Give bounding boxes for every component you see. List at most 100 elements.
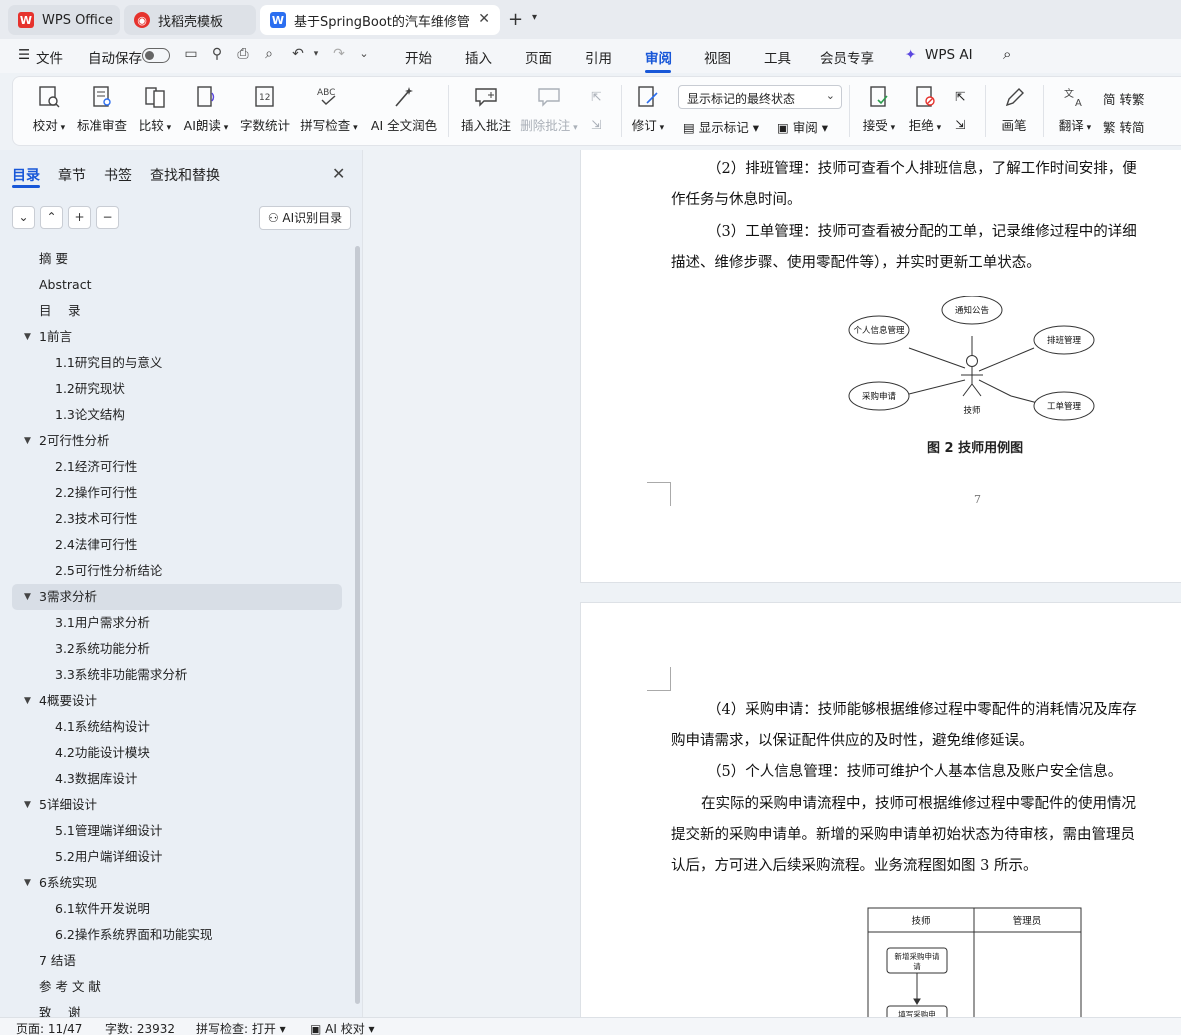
toc-item[interactable]: 3.2系统功能分析 <box>0 636 354 662</box>
menu-insert[interactable]: 插入 <box>465 47 492 67</box>
compare-button[interactable]: 比较 ▾ <box>133 77 177 145</box>
close-icon[interactable]: ✕ <box>332 164 345 183</box>
collapse-all-button[interactable]: ⌃ <box>40 206 63 229</box>
show-marks-button[interactable]: ▤ 显示标记 ▾ <box>683 117 759 136</box>
toc-item[interactable]: 2.5可行性分析结论 <box>0 558 354 584</box>
toc-item[interactable]: 摘 要 <box>0 246 354 272</box>
reject-button[interactable]: 拒绝 ▾ <box>905 77 945 145</box>
new-tab-icon[interactable]: + <box>508 9 523 30</box>
paragraph[interactable]: （4）采购申请：技师能够根据维修过程中零配件的消耗情况及库存 <box>707 698 1137 719</box>
page-indicator[interactable]: 页面: 11/47 <box>16 1020 82 1035</box>
toc-item[interactable]: ▼ 1前言 <box>0 324 354 350</box>
toc-item[interactable]: 3.3系统非功能需求分析 <box>0 662 354 688</box>
menu-page[interactable]: 页面 <box>525 47 552 67</box>
undo-dropdown-icon[interactable]: ▾ <box>308 45 324 63</box>
paragraph[interactable]: （5）个人信息管理：技师可维护个人基本信息及账户安全信息。 <box>707 760 1122 781</box>
paragraph[interactable]: 认后，方可进入后续采购流程。业务流程图如图 3 所示。 <box>671 854 1037 875</box>
spell-check-indicator[interactable]: 拼写检查: 打开 ▾ <box>196 1020 286 1035</box>
proofread-button[interactable]: 校对 ▾ <box>27 77 71 145</box>
paragraph[interactable]: （2）排班管理：技师可查看个人排班信息，了解工作时间安排，便 <box>707 157 1137 178</box>
ai-check-indicator[interactable]: ▣ AI 校对 ▾ <box>310 1020 375 1035</box>
toc-item[interactable]: 6.2操作系统界面和功能实现 <box>0 922 354 948</box>
paragraph[interactable]: 提交新的采购申请单。新增的采购申请单初始状态为待审核，需由管理员 <box>671 823 1135 844</box>
toc-item[interactable]: ▼ 3需求分析 <box>12 584 342 610</box>
print-preview-icon[interactable]: ⌕ <box>261 45 277 63</box>
to-simplified-button[interactable]: 繁 转简 <box>1103 117 1145 136</box>
revise-button[interactable]: 修订 ▾ <box>627 77 669 145</box>
print-icon[interactable]: ⎙ <box>235 45 251 63</box>
toc-scrollbar[interactable] <box>355 246 360 1004</box>
paragraph[interactable]: 在实际的采购申请流程中，技师可根据维修过程中零配件的使用情况 <box>701 792 1136 813</box>
collapse-triangle-icon[interactable]: ▼ <box>24 324 31 350</box>
menu-view[interactable]: 视图 <box>704 47 731 67</box>
toc-item[interactable]: 1.3论文结构 <box>0 402 354 428</box>
file-menu[interactable]: 文件 <box>36 47 63 67</box>
search-icon[interactable]: ⌕ <box>1003 45 1011 63</box>
toc-item[interactable]: 6.1软件开发说明 <box>0 896 354 922</box>
menu-references[interactable]: 引用 <box>585 47 612 67</box>
tab-wps-office[interactable]: W WPS Office <box>8 5 120 35</box>
menu-tools[interactable]: 工具 <box>764 47 791 67</box>
menu-home[interactable]: 开始 <box>405 47 432 67</box>
collapse-triangle-icon[interactable]: ▼ <box>24 688 31 714</box>
collapse-triangle-icon[interactable]: ▼ <box>24 792 31 818</box>
toc-item[interactable]: 4.3数据库设计 <box>0 766 354 792</box>
tab-find-replace[interactable]: 查找和替换 <box>150 165 220 185</box>
close-tab-icon[interactable]: ✕ <box>478 11 490 27</box>
word-count-button[interactable]: 12 字数统计 <box>239 77 291 145</box>
more-chevron-icon[interactable]: ⌄ <box>356 45 372 63</box>
toc-item[interactable]: ▼ 5详细设计 <box>0 792 354 818</box>
paragraph[interactable]: 购申请需求，以保证配件供应的及时性，避免维修延误。 <box>671 729 1034 750</box>
previous-change-icon[interactable]: ⇱ <box>955 89 965 104</box>
toc-item[interactable]: Abstract <box>0 272 354 298</box>
add-heading-button[interactable]: + <box>68 206 91 229</box>
remove-heading-button[interactable]: − <box>96 206 119 229</box>
tab-chapters[interactable]: 章节 <box>58 165 86 185</box>
ai-read-button[interactable]: AI朗读 ▾ <box>181 77 231 145</box>
toc-item[interactable]: 2.3技术可行性 <box>0 506 354 532</box>
toc-item[interactable]: 7 结语 <box>0 948 354 974</box>
next-change-icon[interactable]: ⇲ <box>955 117 965 132</box>
toc-item[interactable]: 2.4法律可行性 <box>0 532 354 558</box>
toc-item[interactable]: 2.2操作可行性 <box>0 480 354 506</box>
menu-review[interactable]: 审阅 <box>645 47 672 67</box>
chevron-down-icon[interactable]: ▾ <box>532 12 537 23</box>
undo-icon[interactable]: ↶ <box>290 45 306 63</box>
tab-template[interactable]: ◉ 找稻壳模板 <box>124 5 256 35</box>
menu-member[interactable]: 会员专享 <box>820 47 874 67</box>
expand-all-button[interactable]: ⌄ <box>12 206 35 229</box>
ai-polish-button[interactable]: AI 全文润色 <box>369 77 439 145</box>
pen-button[interactable]: 画笔 <box>997 77 1031 145</box>
collapse-triangle-icon[interactable]: ▼ <box>24 584 31 610</box>
toc-item[interactable]: 4.1系统结构设计 <box>0 714 354 740</box>
collapse-triangle-icon[interactable]: ▼ <box>24 870 31 896</box>
toc-item[interactable]: 3.1用户需求分析 <box>0 610 354 636</box>
paragraph[interactable]: 描述、维修步骤、使用零配件等），并实时更新工单状态。 <box>671 251 1041 272</box>
insert-comment-button[interactable]: 插入批注 <box>459 77 513 145</box>
collapse-triangle-icon[interactable]: ▼ <box>24 428 31 454</box>
hamburger-icon[interactable]: ☰ <box>18 47 30 63</box>
ai-toc-button[interactable]: ⚇ AI识别目录 <box>259 206 351 230</box>
tab-document[interactable]: W 基于SpringBoot的汽车维修管理系统 ✕ <box>260 5 500 35</box>
spell-check-button[interactable]: ABC 拼写检查 ▾ <box>299 77 359 145</box>
toc-item[interactable]: ▼ 6系统实现 <box>0 870 354 896</box>
toc-item[interactable]: 目 录 <box>0 298 354 324</box>
paragraph[interactable]: 作任务与休息时间。 <box>671 188 802 209</box>
toc-item[interactable]: 5.2用户端详细设计 <box>0 844 354 870</box>
share-icon[interactable]: ⚲ <box>209 45 225 63</box>
toc-item[interactable]: 1.1研究目的与意义 <box>0 350 354 376</box>
to-traditional-button[interactable]: 简 转繁 <box>1103 89 1145 108</box>
standard-review-button[interactable]: 标准审查 <box>75 77 129 145</box>
toc-item[interactable]: ▼ 4概要设计 <box>0 688 354 714</box>
review-pane-button[interactable]: ▣ 审阅 ▾ <box>777 117 828 136</box>
toc-item[interactable]: 4.2功能设计模块 <box>0 740 354 766</box>
menu-wps-ai[interactable]: WPS AI <box>925 47 973 63</box>
tab-toc[interactable]: 目录 <box>12 165 40 185</box>
save-icon[interactable]: ▭ <box>183 45 199 63</box>
markup-display-select[interactable]: 显示标记的最终状态 ⌄ <box>678 85 842 109</box>
toc-item[interactable]: 5.1管理端详细设计 <box>0 818 354 844</box>
tab-bookmarks[interactable]: 书签 <box>104 165 132 185</box>
word-count-indicator[interactable]: 字数: 23932 <box>105 1020 175 1035</box>
toc-item[interactable]: 2.1经济可行性 <box>0 454 354 480</box>
translate-button[interactable]: 文A 翻译 ▾ <box>1053 77 1097 145</box>
